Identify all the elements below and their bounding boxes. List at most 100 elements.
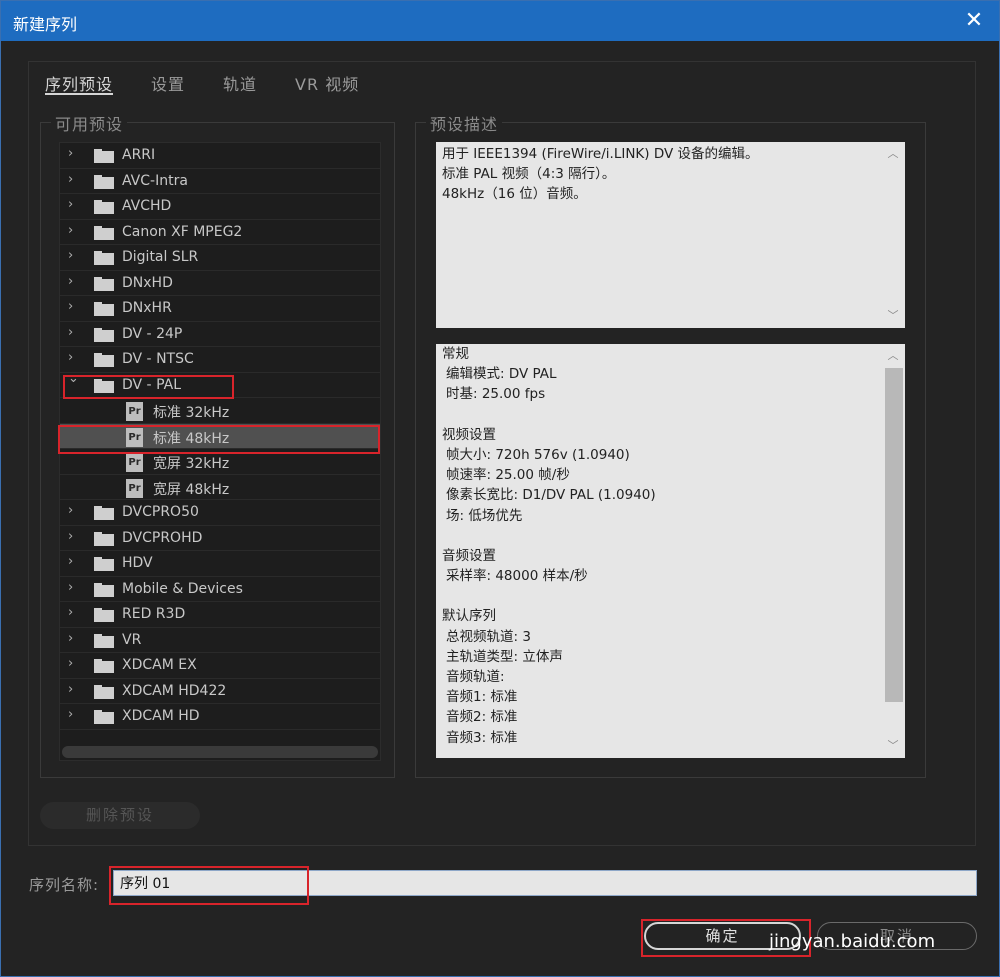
sequence-name-input[interactable] xyxy=(113,870,977,896)
details-line: 像素长宽比: D1/DV PAL (1.0940) xyxy=(446,487,656,504)
preset-folder[interactable]: › RED R3D xyxy=(60,602,380,628)
preset-label: ARRI xyxy=(122,147,156,163)
scroll-up-icon[interactable]: ︿ xyxy=(883,146,903,162)
tab-settings[interactable]: 设置 xyxy=(151,71,185,95)
premiere-preset-icon: Pr xyxy=(126,427,143,447)
folder-icon xyxy=(94,557,114,571)
close-icon[interactable]: ✕ xyxy=(961,8,987,34)
preset-label: RED R3D xyxy=(122,606,186,622)
details-line: 帧速率: 25.00 帧/秒 xyxy=(446,467,570,484)
sequence-name-label: 序列名称: xyxy=(29,876,100,894)
preset-label: AVCHD xyxy=(122,198,172,214)
chevron-right-icon[interactable]: › xyxy=(68,274,80,289)
details-line xyxy=(442,405,899,425)
new-sequence-dialog: 新建序列 ✕ 序列预设 设置 轨道 VR 视频 可用预设 预设描述 › ARRI ›… xyxy=(0,0,1000,977)
preset-folder[interactable]: › DV - 24P xyxy=(60,322,380,347)
folder-icon xyxy=(94,710,114,724)
chevron-right-icon[interactable]: › xyxy=(68,605,80,620)
details-line: 时基: 25.00 fps xyxy=(446,386,546,403)
chevron-right-icon[interactable]: › xyxy=(68,350,80,365)
tab-bar: 序列预设 设置 轨道 VR 视频 xyxy=(45,71,397,95)
preset-details-text: 常规 编辑模式: DV PAL 时基: 25.00 fps 视频设置 帧大小: 720h… xyxy=(436,344,905,758)
chevron-right-icon[interactable]: › xyxy=(68,197,80,212)
preset-folder[interactable]: › DNxHR xyxy=(60,296,380,322)
preset-folder[interactable]: › DNxHD xyxy=(60,271,380,296)
details-line: 总视频轨道: 3 xyxy=(446,628,531,645)
preset-item[interactable]: Pr 标准 32kHz xyxy=(60,398,380,424)
folder-icon xyxy=(94,200,114,214)
preset-folder[interactable]: › DVCPRO50 xyxy=(60,500,380,526)
preset-folder[interactable]: › Digital SLR xyxy=(60,245,380,271)
details-line: 帧大小: 720h 576v (1.0940) xyxy=(446,446,630,463)
preset-tree[interactable]: › ARRI › AVC-Intra › AVCHD › Canon XF MPEG2 › Dig… xyxy=(59,142,381,761)
preset-label: DV - 24P xyxy=(122,325,183,342)
chevron-right-icon[interactable]: › xyxy=(68,146,80,161)
premiere-preset-icon: Pr xyxy=(126,402,143,421)
preset-label: DV - PAL xyxy=(122,376,181,393)
folder-icon xyxy=(94,149,114,163)
chevron-right-icon[interactable]: › xyxy=(68,580,80,595)
chevron-right-icon[interactable]: › xyxy=(68,325,80,340)
chevron-right-icon[interactable]: › xyxy=(68,503,80,518)
folder-icon xyxy=(94,378,114,393)
chevron-right-icon[interactable]: › xyxy=(68,529,80,544)
scrollbar-thumb[interactable] xyxy=(885,368,903,702)
details-line: 视频设置 xyxy=(442,426,496,443)
tree-horizontal-scrollbar[interactable] xyxy=(62,746,378,758)
chevron-right-icon[interactable]: › xyxy=(68,656,80,671)
preset-folder[interactable]: › ARRI xyxy=(60,143,380,169)
description-scrollbar[interactable]: ︿ ﹀ xyxy=(883,144,903,326)
folder-icon xyxy=(94,582,114,597)
folder-icon xyxy=(94,302,114,316)
preset-label: XDCAM HD xyxy=(122,708,200,724)
chevron-right-icon[interactable]: › xyxy=(68,631,80,646)
preset-label: Canon XF MPEG2 xyxy=(122,223,243,240)
preset-item[interactable]: Pr 宽屏 48kHz xyxy=(60,475,380,500)
preset-label: DNxHD xyxy=(122,274,173,291)
preset-label: XDCAM HD422 xyxy=(122,682,227,699)
available-presets-legend: 可用预设 xyxy=(51,111,128,135)
chevron-right-icon[interactable]: › xyxy=(68,248,80,263)
details-line xyxy=(442,586,899,606)
preset-folder[interactable]: ⌄ DV - PAL xyxy=(60,371,380,398)
preset-folder[interactable]: › HDV xyxy=(60,551,380,577)
details-line: 场: 低场优先 xyxy=(446,507,523,524)
chevron-right-icon[interactable]: › xyxy=(68,707,80,722)
preset-label: Digital SLR xyxy=(122,249,199,265)
details-line: 常规 xyxy=(442,346,469,362)
details-line: 主轨道类型: 立体声 xyxy=(446,648,563,665)
preset-description-legend: 预设描述 xyxy=(426,111,503,135)
preset-folder[interactable]: › AVC-Intra xyxy=(60,169,380,194)
chevron-right-icon[interactable]: › xyxy=(68,223,80,238)
preset-label: DVCPRO50 xyxy=(122,504,199,520)
preset-folder[interactable]: › AVCHD xyxy=(60,194,380,220)
preset-item[interactable]: Pr 宽屏 32kHz xyxy=(60,449,380,475)
preset-label: 宽屏 32kHz xyxy=(153,456,230,472)
preset-folder[interactable]: › XDCAM EX xyxy=(60,653,380,679)
details-scrollbar[interactable]: ︿ ﹀ xyxy=(883,346,903,756)
details-line: 音频3: 标准 xyxy=(446,729,518,746)
preset-folder[interactable]: › DV - NTSC xyxy=(60,347,380,373)
folder-icon xyxy=(94,276,114,291)
chevron-right-icon[interactable]: › xyxy=(68,682,80,697)
preset-folder[interactable]: › VR xyxy=(60,628,380,653)
preset-folder[interactable]: › Canon XF MPEG2 xyxy=(60,220,380,245)
tab-tracks[interactable]: 轨道 xyxy=(223,71,257,95)
preset-folder[interactable]: › Mobile & Devices xyxy=(60,577,380,602)
folder-icon xyxy=(94,506,114,520)
tab-vr-video[interactable]: VR 视频 xyxy=(295,71,359,95)
preset-folder[interactable]: › XDCAM HD422 xyxy=(60,679,380,704)
chevron-right-icon[interactable]: › xyxy=(68,172,80,187)
tab-sequence-presets[interactable]: 序列预设 xyxy=(45,71,114,95)
scroll-down-icon[interactable]: ﹀ xyxy=(883,308,903,324)
preset-folder[interactable]: › DVCPROHD xyxy=(60,526,380,551)
chevron-right-icon[interactable]: › xyxy=(68,299,80,314)
scroll-up-icon[interactable]: ︿ xyxy=(883,348,903,364)
chevron-right-icon[interactable]: › xyxy=(68,554,80,569)
preset-item[interactable]: Pr 标准 48kHz xyxy=(60,423,380,449)
scroll-down-icon[interactable]: ﹀ xyxy=(883,738,903,754)
description-line: 用于 IEEE1394 (FireWire/i.LINK) DV 设备的编辑。 xyxy=(442,146,759,162)
preset-description-text: 用于 IEEE1394 (FireWire/i.LINK) DV 设备的编辑。 … xyxy=(436,142,905,328)
preset-folder[interactable]: › XDCAM HD xyxy=(60,704,380,730)
chevron-down-icon[interactable]: ⌄ xyxy=(68,371,80,386)
